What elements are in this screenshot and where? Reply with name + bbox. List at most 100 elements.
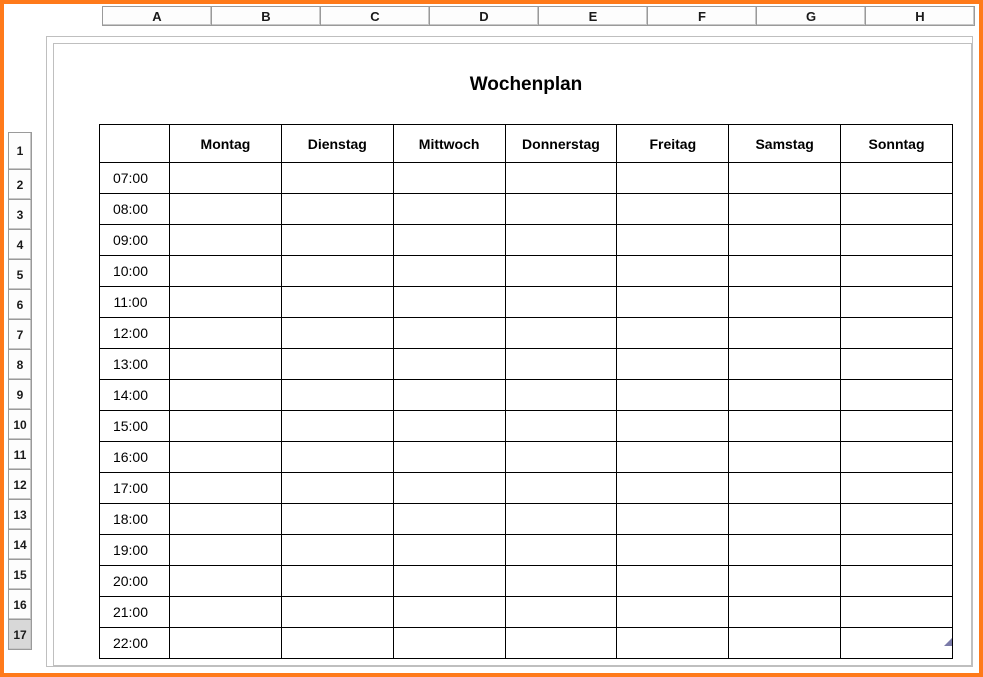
- plan-cell[interactable]: [393, 504, 505, 535]
- plan-cell[interactable]: [170, 628, 282, 659]
- day-header[interactable]: Mittwoch: [393, 125, 505, 163]
- plan-cell[interactable]: [841, 349, 953, 380]
- plan-cell[interactable]: [170, 349, 282, 380]
- row-header[interactable]: 16: [8, 589, 32, 620]
- row-header[interactable]: 11: [8, 439, 32, 470]
- plan-cell[interactable]: [281, 504, 393, 535]
- plan-cell[interactable]: [393, 256, 505, 287]
- plan-cell[interactable]: [281, 535, 393, 566]
- time-cell[interactable]: 16:00: [100, 442, 170, 473]
- plan-cell[interactable]: [170, 411, 282, 442]
- plan-cell[interactable]: [281, 380, 393, 411]
- row-header[interactable]: 9: [8, 379, 32, 410]
- plan-cell[interactable]: [170, 163, 282, 194]
- plan-cell[interactable]: [841, 473, 953, 504]
- plan-cell[interactable]: [505, 380, 617, 411]
- plan-cell[interactable]: [617, 411, 729, 442]
- row-header[interactable]: 8: [8, 349, 32, 380]
- plan-cell[interactable]: [505, 225, 617, 256]
- day-header[interactable]: Samstag: [729, 125, 841, 163]
- plan-cell[interactable]: [617, 380, 729, 411]
- plan-cell[interactable]: [841, 597, 953, 628]
- plan-cell[interactable]: [505, 628, 617, 659]
- plan-cell[interactable]: [841, 287, 953, 318]
- plan-cell[interactable]: [393, 628, 505, 659]
- plan-cell[interactable]: [617, 442, 729, 473]
- plan-cell[interactable]: [281, 566, 393, 597]
- plan-cell[interactable]: [617, 566, 729, 597]
- time-cell[interactable]: 17:00: [100, 473, 170, 504]
- plan-cell[interactable]: [393, 535, 505, 566]
- plan-cell[interactable]: [170, 473, 282, 504]
- plan-cell[interactable]: [281, 597, 393, 628]
- time-cell[interactable]: 11:00: [100, 287, 170, 318]
- plan-cell[interactable]: [281, 287, 393, 318]
- plan-cell[interactable]: [170, 380, 282, 411]
- time-cell[interactable]: 13:00: [100, 349, 170, 380]
- plan-cell[interactable]: [617, 628, 729, 659]
- plan-cell[interactable]: [281, 473, 393, 504]
- row-header[interactable]: 1: [8, 132, 32, 170]
- plan-cell[interactable]: [617, 163, 729, 194]
- column-header[interactable]: D: [429, 6, 539, 26]
- plan-cell[interactable]: [393, 349, 505, 380]
- plan-cell[interactable]: [393, 163, 505, 194]
- plan-cell[interactable]: [170, 287, 282, 318]
- plan-cell[interactable]: [281, 628, 393, 659]
- plan-cell[interactable]: [170, 256, 282, 287]
- plan-cell[interactable]: [729, 349, 841, 380]
- row-header[interactable]: 4: [8, 229, 32, 260]
- plan-cell[interactable]: [170, 225, 282, 256]
- plan-cell[interactable]: [729, 535, 841, 566]
- row-header[interactable]: 7: [8, 319, 32, 350]
- plan-cell[interactable]: [841, 504, 953, 535]
- plan-cell[interactable]: [170, 566, 282, 597]
- plan-cell[interactable]: [841, 442, 953, 473]
- day-header[interactable]: Freitag: [617, 125, 729, 163]
- plan-cell[interactable]: [393, 318, 505, 349]
- time-cell[interactable]: 18:00: [100, 504, 170, 535]
- time-cell[interactable]: 07:00: [100, 163, 170, 194]
- plan-cell[interactable]: [281, 194, 393, 225]
- plan-cell[interactable]: [729, 597, 841, 628]
- plan-cell[interactable]: [505, 597, 617, 628]
- day-header[interactable]: Sonntag: [841, 125, 953, 163]
- plan-cell[interactable]: [505, 163, 617, 194]
- plan-cell[interactable]: [729, 194, 841, 225]
- time-cell[interactable]: 09:00: [100, 225, 170, 256]
- plan-cell[interactable]: [841, 628, 953, 659]
- plan-cell[interactable]: [617, 194, 729, 225]
- plan-cell[interactable]: [505, 287, 617, 318]
- plan-cell[interactable]: [281, 256, 393, 287]
- plan-cell[interactable]: [729, 380, 841, 411]
- plan-cell[interactable]: [729, 442, 841, 473]
- plan-cell[interactable]: [617, 535, 729, 566]
- plan-cell[interactable]: [729, 628, 841, 659]
- weekplan-table[interactable]: Montag Dienstag Mittwoch Donnerstag Frei…: [99, 124, 953, 659]
- row-header[interactable]: 5: [8, 259, 32, 290]
- plan-cell[interactable]: [505, 566, 617, 597]
- plan-cell[interactable]: [393, 473, 505, 504]
- time-cell[interactable]: 14:00: [100, 380, 170, 411]
- plan-cell[interactable]: [841, 318, 953, 349]
- plan-cell[interactable]: [281, 442, 393, 473]
- plan-cell[interactable]: [617, 287, 729, 318]
- plan-cell[interactable]: [281, 163, 393, 194]
- plan-cell[interactable]: [729, 256, 841, 287]
- plan-cell[interactable]: [617, 318, 729, 349]
- plan-cell[interactable]: [729, 287, 841, 318]
- plan-cell[interactable]: [841, 225, 953, 256]
- table-corner-cell[interactable]: [100, 125, 170, 163]
- plan-cell[interactable]: [281, 318, 393, 349]
- resize-handle-icon[interactable]: [944, 638, 952, 646]
- plan-cell[interactable]: [505, 504, 617, 535]
- time-cell[interactable]: 10:00: [100, 256, 170, 287]
- plan-cell[interactable]: [505, 194, 617, 225]
- plan-cell[interactable]: [170, 442, 282, 473]
- time-cell[interactable]: 22:00: [100, 628, 170, 659]
- plan-cell[interactable]: [505, 256, 617, 287]
- plan-cell[interactable]: [617, 225, 729, 256]
- plan-cell[interactable]: [617, 504, 729, 535]
- plan-cell[interactable]: [841, 163, 953, 194]
- row-header[interactable]: 2: [8, 169, 32, 200]
